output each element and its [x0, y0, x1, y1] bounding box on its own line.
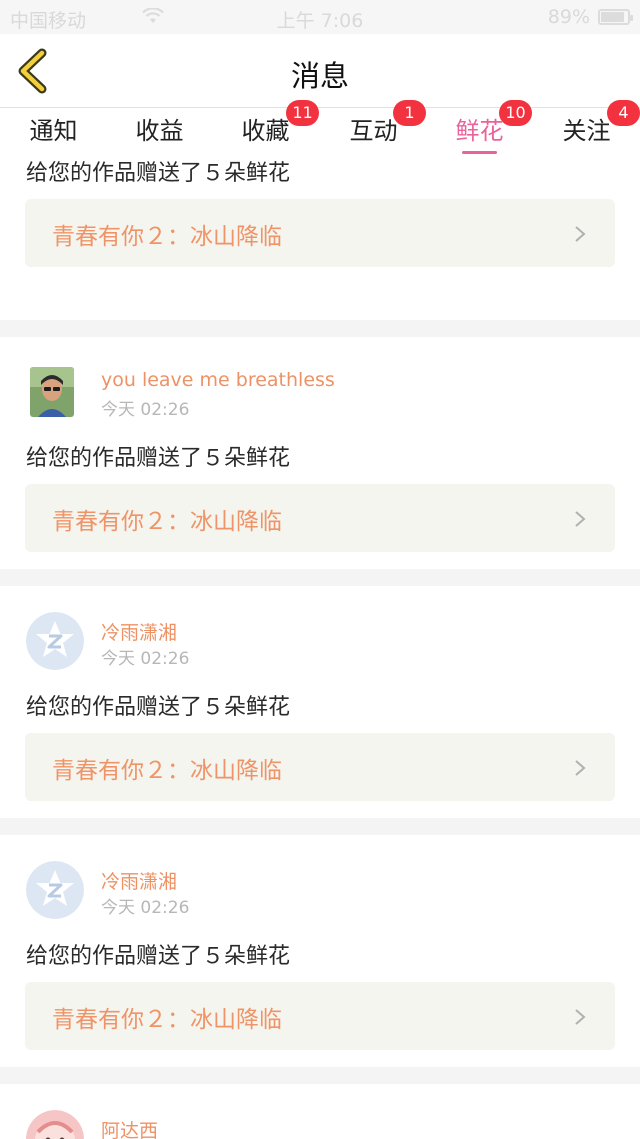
active-tab-indicator: [462, 151, 497, 154]
message-list[interactable]: 给您的作品赠送了５朵鲜花 青春有你２：冰山降临 you leave me bre…: [0, 160, 640, 1139]
chevron-right-icon: [575, 511, 586, 527]
pink-cartoon-avatar-icon: [26, 1110, 84, 1139]
work-title: 青春有你２：冰山降临: [52, 224, 282, 250]
message-text: 给您的作品赠送了５朵鲜花: [26, 161, 291, 186]
flower-message-card[interactable]: you leave me breathless 今天 02:26 给您的作品赠送…: [0, 337, 640, 569]
work-title: 青春有你２：冰山降临: [52, 1007, 282, 1033]
tab-flowers[interactable]: 鲜花 10: [426, 100, 533, 160]
flower-message-card[interactable]: 冷雨潇湘 今天 02:26 给您的作品赠送了５朵鲜花 青春有你２：冰山降临: [0, 835, 640, 1067]
flower-message-card[interactable]: 冷雨潇湘 今天 02:26 给您的作品赠送了５朵鲜花 青春有你２：冰山降临: [0, 586, 640, 818]
user-photo-icon: [30, 367, 74, 417]
tab-label: 通知: [29, 117, 78, 145]
chevron-right-icon: [575, 226, 586, 242]
unread-badge: 1: [393, 100, 426, 126]
work-link[interactable]: 青春有你２：冰山降临: [25, 733, 615, 801]
tab-follows[interactable]: 关注 4: [533, 100, 640, 160]
tab-label: 关注: [562, 117, 611, 145]
sender-name[interactable]: 冷雨潇湘: [101, 618, 177, 645]
work-title: 青春有你２：冰山降临: [52, 758, 282, 784]
work-link[interactable]: 青春有你２：冰山降临: [25, 484, 615, 552]
avatar[interactable]: [30, 367, 74, 417]
page-title: 消息: [290, 59, 349, 93]
tab-label: 收益: [135, 117, 184, 145]
tab-earnings[interactable]: 收益: [106, 108, 213, 160]
battery-icon: [598, 9, 633, 25]
qq-default-avatar-icon: [26, 612, 84, 670]
chevron-right-icon: [575, 1009, 586, 1025]
message-text: 给您的作品赠送了５朵鲜花: [26, 695, 291, 720]
nav-bar: 消息: [0, 34, 640, 108]
qq-default-avatar-icon: [26, 861, 84, 919]
avatar[interactable]: [26, 612, 84, 670]
tab-label: 互动: [349, 117, 398, 145]
flower-message-card[interactable]: 阿达西: [0, 1084, 640, 1139]
flower-message-card[interactable]: 给您的作品赠送了５朵鲜花 青春有你２：冰山降临: [0, 160, 640, 320]
avatar[interactable]: [26, 861, 84, 919]
tab-favorites[interactable]: 收藏 11: [212, 100, 319, 160]
tab-bar: 通知 收益 收藏 11 互动 1 鲜花 10 关注 4: [0, 100, 640, 160]
work-link[interactable]: 青春有你２：冰山降临: [25, 199, 615, 267]
message-time: 今天 02:26: [101, 649, 190, 669]
message-time: 今天 02:26: [101, 898, 190, 918]
unread-badge: 4: [607, 100, 640, 126]
sender-name[interactable]: 冷雨潇湘: [101, 867, 177, 894]
avatar[interactable]: [26, 1110, 84, 1139]
sender-name[interactable]: 阿达西: [101, 1116, 158, 1139]
message-text: 给您的作品赠送了５朵鲜花: [26, 446, 291, 471]
tab-notifications[interactable]: 通知: [0, 108, 107, 160]
tab-interactions[interactable]: 互动 1: [320, 100, 427, 160]
tab-label: 鲜花: [455, 117, 504, 145]
work-title: 青春有你２：冰山降临: [52, 509, 282, 535]
sender-name[interactable]: you leave me breathless: [101, 369, 335, 391]
battery-level: [601, 12, 624, 22]
status-bar: 中国移动 上午 7:06 89%: [0, 0, 640, 34]
work-link[interactable]: 青春有你２：冰山降临: [25, 982, 615, 1050]
battery-percent: 89%: [547, 6, 590, 28]
chevron-right-icon: [575, 760, 586, 776]
message-time: 今天 02:26: [101, 400, 190, 420]
clock-label: 上午 7:06: [276, 10, 364, 32]
unread-badge: 10: [499, 100, 532, 126]
tab-label: 收藏: [241, 117, 290, 145]
unread-badge: 11: [286, 100, 319, 126]
message-text: 给您的作品赠送了５朵鲜花: [26, 944, 291, 969]
